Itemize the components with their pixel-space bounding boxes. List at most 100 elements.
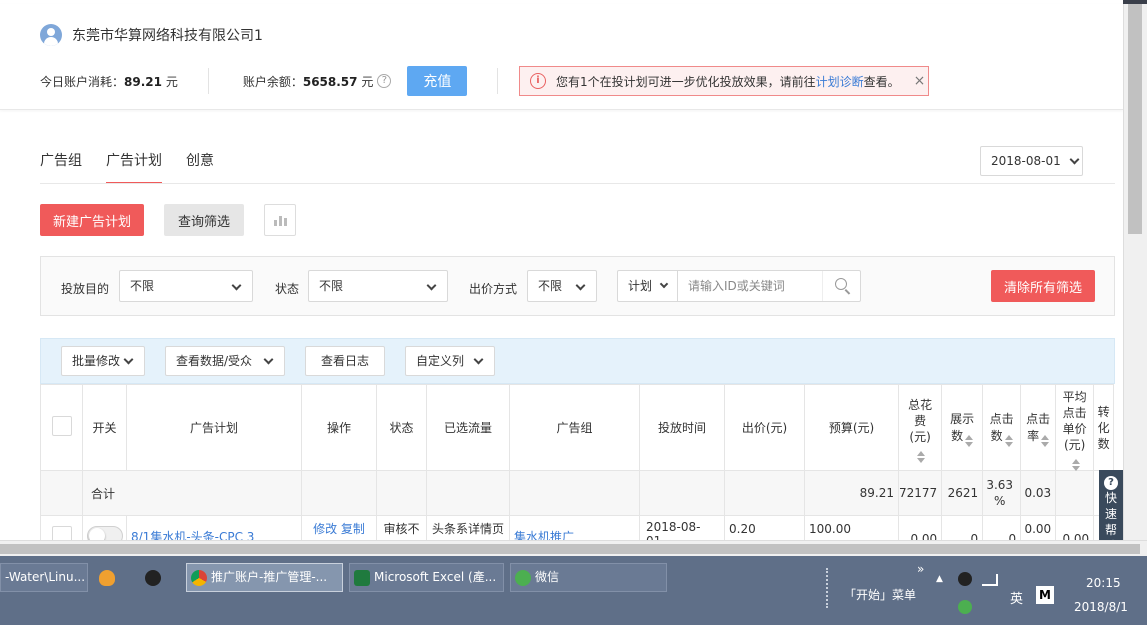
col-ctr[interactable]: 点击 率 [1020,384,1057,471]
view-log-button[interactable]: 查看日志 [305,346,385,376]
sort-icon[interactable] [1071,458,1080,471]
col-cpc-label-3: 单价 [1062,421,1087,436]
tab-ad-group[interactable]: 广告组 [40,146,82,184]
plan-diagnosis-link[interactable]: 计划诊断 [816,75,864,89]
toolbar-grip [826,568,832,608]
account-header: 东莞市华算网络科技有限公司1 今日账户消耗：89.21 元 账户余额：5658.… [0,4,1123,110]
col-clicks[interactable]: 点击 数 [982,384,1022,471]
col-action: 操作 [301,384,377,471]
purpose-select[interactable]: 不限 [119,270,253,302]
today-spend-label: 今日账户消耗： [40,74,125,89]
search-box: 计划 [617,270,861,302]
col-cost[interactable]: 总花 费 (元) [897,384,943,471]
recharge-button[interactable]: 充值 [407,66,468,96]
task-qq[interactable] [140,563,176,592]
chart-button[interactable] [264,204,296,236]
col-clicks-label-2: 数 [990,429,1003,443]
task-wechat[interactable]: 微信 [510,563,667,592]
query-filter-button[interactable]: 查询筛选 [164,204,244,236]
col-impressions[interactable]: 展示 数 [941,384,984,471]
task-label: Microsoft Excel (產... [374,570,497,584]
new-ad-plan-button[interactable]: 新建广告计划 [40,204,144,236]
total-cost: 89.21 [804,470,899,516]
row-ctr: 0.00 [1020,515,1057,540]
plan-name-link[interactable]: 8/1集水机-头条-CPC 3 [131,530,254,540]
col-ctr-label-2: 率 [1027,429,1040,443]
row-status: 审核不 [376,515,427,540]
total-cpc: 0.03 [1020,470,1057,516]
scroll-thumb[interactable] [0,544,1140,554]
account-balance: 账户余额：5658.57 元 [243,73,374,90]
optimization-alert: i 您有1个在投计划可进一步优化投放效果，请前往计划诊断查看。 × [519,66,929,96]
task-excel[interactable]: Microsoft Excel (產... [349,563,504,592]
help-icon[interactable]: ? [377,74,392,88]
close-icon[interactable]: × [914,73,926,89]
bid-method-select[interactable]: 不限 [527,270,597,302]
sort-icon[interactable] [965,435,974,447]
sort-icon[interactable] [917,450,926,463]
date-picker[interactable]: 2018-08-01 [980,146,1083,176]
col-clicks-label-1: 点击 [989,412,1014,426]
ime-mode[interactable]: M [1036,586,1054,604]
purpose-label: 投放目的 [61,282,110,296]
select-all-cell [40,384,83,471]
col-cpc-label-2: 点击 [1062,405,1087,420]
group-link[interactable]: 集水机推广 [514,530,574,540]
show-hidden-icons[interactable]: ▲ [936,574,943,584]
wechat-icon [515,569,531,586]
row-checkbox[interactable] [51,526,72,540]
alert-text: 您有1个在投计划可进一步优化投放效果，请前往计划诊断查看。 [556,73,900,90]
custom-columns-dropdown[interactable]: 自定义列 [405,346,495,376]
wechat-tray-icon[interactable] [958,600,972,614]
tab-creative[interactable]: 创意 [186,146,214,184]
row-clicks: 0 [982,515,1022,540]
clock-date[interactable]: 2018/8/1 [1074,600,1128,614]
select-all-checkbox[interactable] [51,416,72,436]
task-terminal[interactable]: -Water\Linu... [0,563,88,592]
batch-edit-dropdown[interactable]: 批量修改 [61,346,145,376]
info-icon: i [530,73,546,89]
task-chrome[interactable]: 推广账户-推广管理-... [186,563,343,592]
alert-text-before: 您有1个在投计划可进一步优化投放效果，请前往 [556,74,816,89]
batch-edit-label: 批量修改 [72,354,121,368]
account-stats: 今日账户消耗：89.21 元 账户余额：5658.57 元 ? 充值 [40,66,532,96]
quick-help-label-2: 速 [1104,507,1117,521]
bid-method-value: 不限 [538,279,563,293]
total-row: 合计 89.21 72177 2621 3.63 % 0.03 [40,470,1114,516]
col-conversions-label-3: 数 [1097,436,1110,451]
plan-switch-toggle[interactable] [86,526,123,540]
col-switch: 开关 [82,384,127,471]
horizontal-scrollbar[interactable] [0,540,1147,556]
signal-icon[interactable] [982,574,998,586]
row-budget: 100.00 [804,515,899,540]
edit-link[interactable]: 修改 [313,522,337,536]
vertical-scrollbar[interactable] [1123,4,1147,540]
tab-divider [40,183,1115,184]
search-input[interactable] [678,271,822,301]
flame-icon [99,569,115,586]
chevrons-icon[interactable]: » [917,562,924,576]
task-flame-app[interactable] [94,563,130,592]
col-cpc[interactable]: 平均 点击 单价 (元) [1055,384,1095,471]
clear-filters-button[interactable]: 清除所有筛选 [991,270,1095,302]
view-data-dropdown[interactable]: 查看数据/受众 [165,346,285,376]
task-label: 推广账户-推广管理-... [211,570,328,584]
search-type-select[interactable]: 计划 [618,271,678,301]
clock-time[interactable]: 20:15 [1086,576,1121,590]
quick-help-widget[interactable]: ? 快 速 帮 助 [1099,470,1123,540]
sort-icon[interactable] [1004,435,1013,447]
sort-icon[interactable] [1041,435,1050,447]
copy-link[interactable]: 复制 [341,522,365,536]
quick-help-label-1: 快 [1104,491,1117,505]
qq-tray-icon[interactable] [958,572,972,586]
ime-language[interactable]: 英 [1010,588,1023,607]
tab-ad-plan[interactable]: 广告计划 [106,146,162,184]
scroll-thumb[interactable] [1128,4,1142,234]
task-label: 微信 [535,570,560,584]
divider [497,68,499,94]
start-menu-label[interactable]: 「开始」菜单 [844,586,916,603]
col-traffic: 已选流量 [426,384,510,471]
status-select[interactable]: 不限 [308,270,448,302]
search-button[interactable] [822,271,860,301]
custom-columns-label: 自定义列 [416,354,465,368]
